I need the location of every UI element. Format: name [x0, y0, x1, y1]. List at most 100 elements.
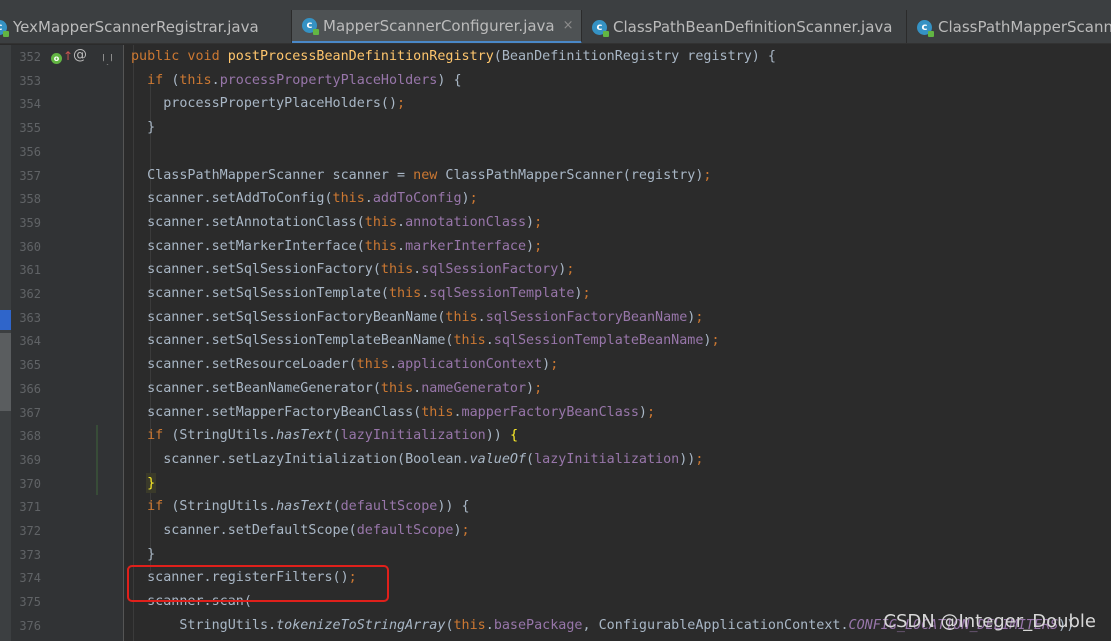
line-number: 369: [19, 452, 41, 467]
code-token: addToConfig: [372, 191, 462, 207]
line-number: 371: [19, 500, 41, 515]
code-token: markerInterface: [405, 238, 527, 254]
line-number: 353: [19, 73, 41, 88]
code-token: defaultScope: [356, 523, 454, 538]
code-line: if (StringUtils.hasText(lazyInitializati…: [131, 428, 518, 451]
code-token: ;: [703, 167, 712, 183]
code-token: this: [356, 357, 389, 373]
code-token: ;: [711, 333, 720, 349]
code-token: scanner.setMarkerInterface(: [131, 238, 365, 254]
code-token: ): [461, 191, 470, 207]
code-token: this: [364, 214, 398, 230]
code-token: if: [147, 72, 172, 88]
tab-label: ClassPathMapperScanne: [938, 18, 1111, 36]
code-token: ;: [534, 214, 543, 230]
code-line: scanner.setBeanNameGenerator(this.nameGe…: [131, 381, 542, 404]
code-token: valueOf: [469, 451, 527, 467]
code-token: this: [364, 238, 398, 254]
code-token: ): [638, 404, 647, 420]
code-token: ;: [461, 523, 470, 538]
code-token: ;: [695, 451, 704, 467]
code-token: ;: [534, 380, 543, 396]
code-token: )): [485, 428, 510, 444]
code-token: ;: [582, 286, 591, 301]
code-line: scanner.setMapperFactoryBeanClass(this.m…: [131, 405, 655, 428]
code-token: }: [147, 475, 156, 491]
code-token: (StringUtils.: [171, 499, 277, 515]
code-token: .: [453, 404, 462, 420]
line-number: 361: [19, 263, 41, 278]
code-token: ): [526, 238, 535, 254]
code-token: scanner.setAnnotationClass(: [131, 214, 365, 230]
editor-tab[interactable]: c ClassPathBeanDefinitionScanner.java: [582, 10, 907, 43]
code-token: this: [380, 262, 414, 278]
line-number: 363: [19, 310, 41, 325]
tool-strip-active-marker[interactable]: [0, 310, 11, 330]
code-token: this: [421, 404, 454, 420]
code-token: .: [485, 617, 494, 633]
vertical-scrollbar[interactable]: [1102, 45, 1111, 641]
code-line: }: [131, 120, 155, 143]
code-line: scanner.setSqlSessionFactory(this.sqlSes…: [131, 262, 574, 285]
code-line: scanner.setSqlSessionTemplate(this.sqlSe…: [131, 286, 591, 309]
code-token: this: [453, 333, 486, 349]
code-token: (StringUtils.: [171, 428, 277, 444]
code-token: (: [332, 499, 341, 515]
editor-tab[interactable]: cYexMapperScannerRegistrar.java: [0, 10, 292, 43]
line-number: 352: [19, 50, 41, 64]
code-token: scanner.setLazyInitialization(Boolean.: [131, 451, 470, 467]
code-token: ;: [469, 191, 478, 207]
vcs-change-marker: [96, 425, 98, 495]
code-line: scanner.setLazyInitialization(Boolean.va…: [131, 452, 703, 475]
tab-label: YexMapperScannerRegistrar.java: [13, 18, 259, 36]
code-token: tokenizeToStringArray: [276, 617, 446, 633]
code-token: sqlSessionTemplateBeanName: [493, 333, 704, 349]
code-token: scanner.setDefaultScope(: [131, 523, 357, 538]
code-token: }: [131, 546, 156, 562]
line-number: 366: [19, 381, 41, 396]
code-token: ;: [397, 96, 406, 112]
code-token: (BeanDefinitionRegistry registry) {: [493, 49, 776, 64]
close-icon[interactable]: ×: [563, 18, 574, 33]
code-token: ): [453, 523, 462, 538]
line-number: 375: [19, 595, 41, 610]
editor-tab[interactable]: c MapperScannerConfigurer.java ×: [292, 10, 582, 43]
editor-tab[interactable]: c ClassPathMapperScanne: [907, 10, 1111, 43]
code-token: .: [211, 72, 220, 88]
line-number: 359: [19, 215, 41, 230]
code-line: scanner.setSqlSessionTemplateBeanName(th…: [131, 333, 720, 356]
annotation-at-icon[interactable]: @: [73, 47, 87, 63]
code-token: processPropertyPlaceHolders(): [131, 96, 398, 112]
code-token: StringUtils.: [131, 617, 277, 633]
code-token: if: [147, 499, 172, 515]
code-token: public void: [131, 49, 228, 64]
code-token: sqlSessionTemplate: [429, 286, 575, 301]
implementation-marker-icon[interactable]: o: [51, 53, 62, 64]
code-editor[interactable]: public void postProcessBeanDefinitionReg…: [124, 45, 1111, 641]
code-token: scanner.setBeanNameGenerator(: [131, 380, 381, 396]
override-up-arrow-icon[interactable]: ↑: [63, 49, 73, 63]
fold-icon[interactable]: [103, 54, 112, 65]
left-tool-strip: [0, 45, 11, 641]
line-number: 354: [19, 97, 41, 112]
tool-strip-scroll-thumb[interactable]: [0, 333, 11, 411]
code-token: postProcessBeanDefinitionRegistry: [227, 49, 494, 64]
line-number: 357: [19, 168, 41, 183]
code-token: this: [179, 72, 212, 88]
code-token: scanner.setSqlSessionFactoryBeanName(: [131, 309, 446, 325]
code-token: ): [526, 214, 535, 230]
code-token: if: [147, 428, 172, 444]
code-line: scanner.setMarkerInterface(this.markerIn…: [131, 239, 542, 262]
code-token: defaultScope: [340, 499, 438, 515]
tab-label: MapperScannerConfigurer.java: [323, 16, 555, 35]
code-token: scanner.setResourceLoader(: [131, 357, 357, 373]
code-token: }: [131, 120, 156, 136]
code-line: ClassPathMapperScanner scanner = new Cla…: [131, 168, 711, 191]
code-line: scanner.setAnnotationClass(this.annotati…: [131, 215, 542, 238]
line-number: 374: [19, 571, 41, 586]
code-token: lazyInitialization: [340, 428, 486, 444]
